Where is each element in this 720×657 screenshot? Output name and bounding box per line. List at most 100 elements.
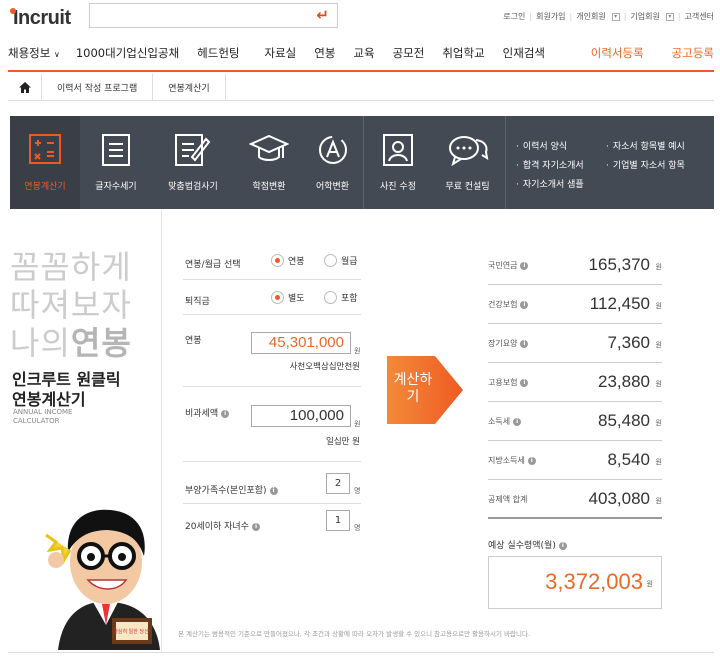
document-icon — [102, 134, 130, 169]
info-icon[interactable]: i — [520, 261, 529, 270]
children-input[interactable]: 1 — [326, 510, 350, 531]
row-divider — [183, 314, 361, 315]
nav-contest[interactable]: 공모전 — [393, 45, 425, 61]
link-passed-cover-letter[interactable]: 합격 자기소개서 — [516, 157, 584, 176]
result-row-local-tax: 지방소득세 i 8,540 원 — [488, 441, 662, 480]
nav-education[interactable]: 교육 — [353, 45, 374, 61]
result-row-health: 건강보험 i 112,450 원 — [488, 285, 662, 324]
tool-language-convert[interactable]: 어학변환 — [302, 116, 364, 209]
graduation-cap-icon — [248, 134, 290, 167]
tool-free-consulting[interactable]: 무료 컨설팅 — [430, 116, 506, 209]
tagline: 꼼꼼하게 따져보자 나의연봉 — [10, 248, 132, 362]
info-icon[interactable]: i — [221, 409, 230, 418]
net-pay-box: 3,372,003 원 — [488, 556, 662, 609]
language-icon — [316, 134, 350, 169]
nav-divider — [8, 70, 714, 72]
nav-headhunting[interactable]: 헤드헌팅 — [197, 45, 239, 61]
net-pay-label: 예상 실수령액(월) i — [488, 538, 567, 551]
book-label: 열심히 일한 당신! — [113, 628, 150, 635]
bottom-divider — [8, 652, 714, 653]
link-company-cover-letter[interactable]: 기업별 자소서 항목 — [606, 157, 685, 176]
info-icon[interactable]: i — [558, 541, 567, 550]
breadcrumb-resume-program[interactable]: 이력서 작성 프로그램 — [42, 74, 154, 100]
calculate-button[interactable]: 계산하기 — [387, 356, 463, 424]
children-label: 20세이하 자녀수 i — [185, 519, 260, 532]
radio-off-icon — [324, 291, 337, 304]
nav-post-register[interactable]: 공고등록 — [672, 45, 714, 61]
nav-talent-search[interactable]: 인재검색 — [503, 45, 545, 61]
salary-input[interactable]: 45,301,000 — [251, 332, 351, 354]
dropdown-icon[interactable]: ▾ — [665, 12, 674, 21]
severance-label: 퇴직금 — [185, 297, 210, 307]
info-icon[interactable]: i — [527, 456, 536, 465]
tool-spell-check[interactable]: 맞춤법검사기 — [152, 116, 234, 209]
tool-salary-calculator[interactable]: 연봉계산기 — [10, 116, 80, 209]
salary-label: 연봉 — [185, 336, 202, 346]
edit-document-icon — [175, 134, 211, 169]
result-row-total: 공제액 합계 403,080 원 — [488, 480, 662, 519]
left-divider — [161, 210, 162, 652]
radio-annual[interactable]: 연봉 — [271, 254, 305, 267]
nontax-input[interactable]: 100,000 — [251, 405, 351, 427]
page-title: 인크루트 원클릭 연봉계산기 — [12, 370, 121, 409]
salary-hangul: 사천오백삼십만천원 — [289, 362, 360, 372]
breadcrumb-salary-calculator[interactable]: 연봉계산기 — [153, 74, 226, 100]
children-unit: 명 — [354, 524, 361, 532]
signup-link[interactable]: 회원가입 — [536, 11, 565, 22]
dependents-input[interactable]: 2 — [326, 473, 350, 494]
corporate-member-link[interactable]: 기업회원 — [630, 11, 659, 22]
dropdown-icon[interactable]: ▾ — [611, 12, 620, 21]
customer-center-link[interactable]: 고객센터 — [685, 11, 714, 22]
dependents-unit: 명 — [354, 487, 361, 495]
portrait-icon — [383, 134, 413, 169]
tool-bar: 연봉계산기 글자수세기 맞춤법검사기 학점변환 어학변환 사진 수정 무료 컨설… — [10, 116, 714, 209]
info-icon[interactable]: i — [252, 522, 260, 531]
link-resume-form[interactable]: 이력서 양식 — [516, 138, 584, 157]
nav-1000-recruit[interactable]: 1000대기업신입공채 — [76, 45, 179, 61]
search-input[interactable]: ↵ — [89, 3, 338, 28]
radio-separate[interactable]: 별도 — [271, 291, 305, 304]
info-icon[interactable]: i — [520, 378, 529, 387]
result-row-employment: 고용보험 i 23,880 원 — [488, 363, 662, 402]
radio-monthly[interactable]: 월급 — [324, 254, 358, 267]
main-nav: 채용정보 ∨ 1000대기업신입공채 헤드헌팅 자료실 연봉 교육 공모전 취업… — [8, 43, 714, 63]
radio-off-icon — [324, 254, 337, 267]
nontax-label: 비과세액 i — [185, 406, 230, 419]
pay-type-label: 연봉/월급 선택 — [185, 260, 241, 270]
nav-salary[interactable]: 연봉 — [314, 45, 335, 61]
info-icon[interactable]: i — [520, 339, 529, 348]
english-title: ANNUAL INCOME CALCULATOR — [13, 408, 73, 425]
net-pay-value: 3,372,003 — [545, 569, 643, 594]
tool-links-left: 이력서 양식 합격 자기소개서 자기소개서 샘플 — [516, 138, 584, 195]
chat-icon — [447, 134, 489, 169]
personal-member-link[interactable]: 개인회원 — [576, 11, 605, 22]
dependents-label: 부양가족수(본인포함) i — [185, 483, 278, 496]
tool-photo-edit[interactable]: 사진 수정 — [366, 116, 430, 209]
salary-unit: 원 — [354, 347, 361, 355]
link-cover-letter-sample[interactable]: 자기소개서 샘플 — [516, 176, 584, 195]
nav-jobs[interactable]: 채용정보 ∨ — [8, 45, 60, 61]
breadcrumb: 이력서 작성 프로그램 연봉계산기 — [8, 74, 714, 101]
mascot-character-image: 열심히 일한 당신! — [45, 509, 160, 650]
calculator-icon — [29, 134, 61, 167]
tool-char-count[interactable]: 글자수세기 — [82, 116, 150, 209]
info-icon[interactable]: i — [269, 486, 278, 495]
home-icon[interactable] — [8, 74, 42, 100]
radio-on-icon — [271, 254, 284, 267]
info-icon[interactable]: i — [520, 300, 529, 309]
nav-resources[interactable]: 자료실 — [265, 45, 297, 61]
info-icon[interactable]: i — [513, 417, 522, 426]
nav-resume-register[interactable]: 이력서등록 — [591, 45, 644, 61]
result-row-pension: 국민연금 i 165,370 원 — [488, 246, 662, 285]
logo-dot-icon — [10, 8, 16, 14]
nontax-unit: 원 — [354, 420, 361, 428]
incruit-logo[interactable]: Incruit — [10, 7, 71, 30]
row-divider — [183, 279, 361, 280]
result-row-longterm-care: 장기요양 i 7,360 원 — [488, 324, 662, 363]
link-cover-letter-examples[interactable]: 자소서 항목별 예시 — [606, 138, 685, 157]
radio-included[interactable]: 포함 — [324, 291, 358, 304]
enter-arrow-icon[interactable]: ↵ — [316, 6, 329, 24]
login-link[interactable]: 로그인 — [503, 11, 525, 22]
tool-grade-convert[interactable]: 학점변환 — [236, 116, 302, 209]
nav-job-school[interactable]: 취업학교 — [442, 45, 484, 61]
